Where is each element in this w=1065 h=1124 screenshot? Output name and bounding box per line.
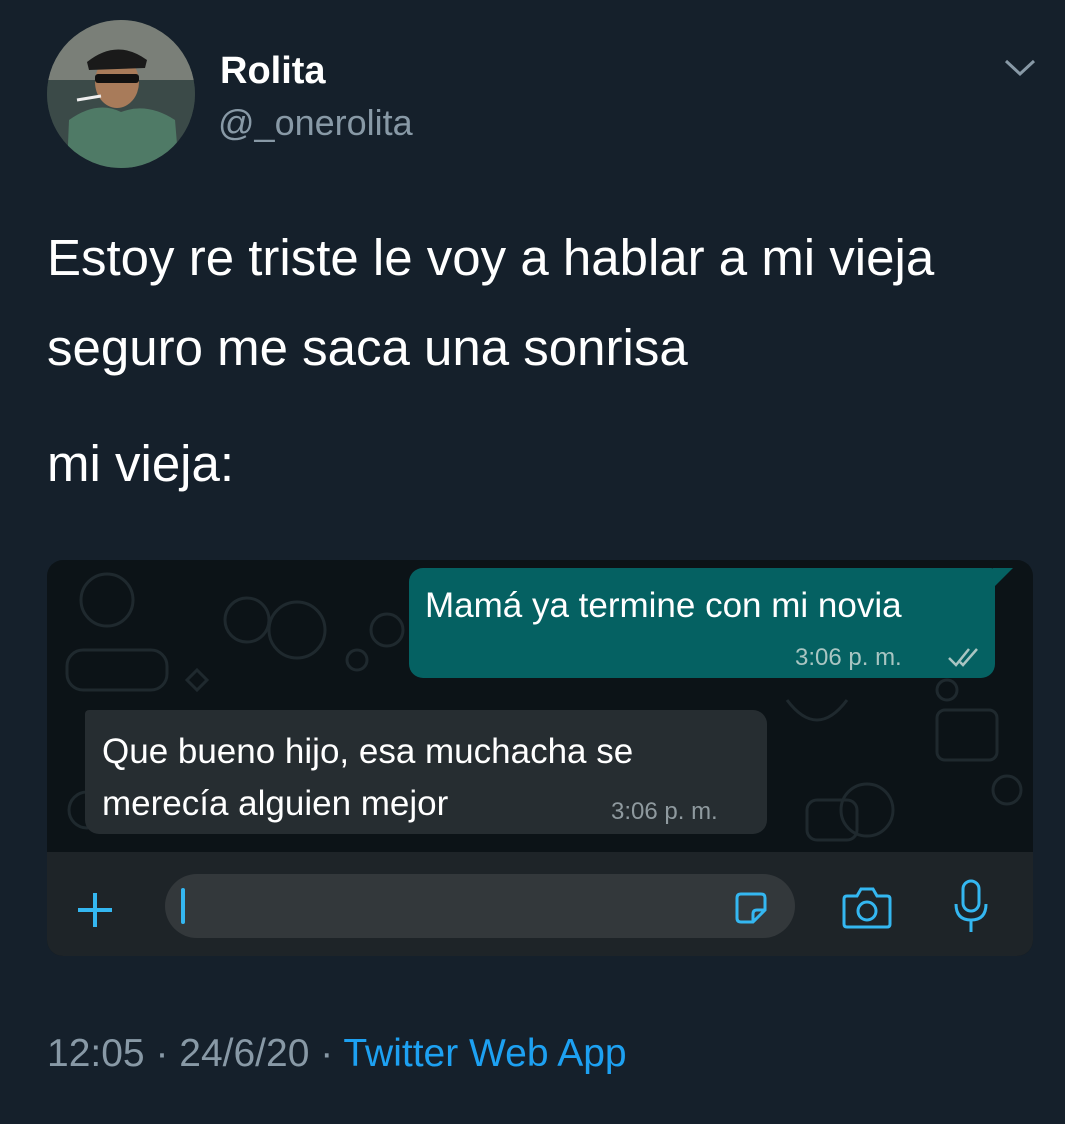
- tweet-date[interactable]: 24/6/20: [179, 1032, 309, 1075]
- outgoing-message-time: 3:06 p. m.: [795, 644, 902, 671]
- incoming-message-line-2: merecía alguien mejor: [102, 784, 449, 823]
- camera-icon[interactable]: [841, 884, 893, 930]
- outgoing-message-text: Mamá ya termine con mi novia: [425, 586, 902, 625]
- author-handle[interactable]: @_onerolita: [218, 102, 413, 144]
- incoming-message-time: 3:06 p. m.: [611, 798, 718, 825]
- text-cursor: [181, 888, 185, 924]
- incoming-message-text: Que bueno hijo, esa muchacha se merecía …: [102, 726, 633, 830]
- avatar[interactable]: [47, 20, 195, 168]
- tweet-text-line-3: mi vieja:: [47, 435, 235, 492]
- tweet-source-link[interactable]: Twitter Web App: [343, 1032, 626, 1075]
- tweet-text-line-2: seguro me saca una sonrisa: [47, 319, 688, 376]
- meta-separator: ·: [144, 1032, 180, 1075]
- chevron-down-icon[interactable]: [1000, 52, 1040, 82]
- outgoing-message[interactable]: Mamá ya termine con mi novia 3:06 p. m.: [409, 568, 995, 678]
- tweet-time[interactable]: 12:05: [47, 1032, 145, 1075]
- chat-screenshot: Mamá ya termine con mi novia 3:06 p. m. …: [47, 560, 1033, 956]
- mic-icon[interactable]: [951, 878, 991, 936]
- outgoing-bubble-tail: [993, 568, 1013, 588]
- plus-icon[interactable]: [75, 890, 115, 930]
- tweet-meta: 12:05 · 24/6/20 · Twitter Web App: [47, 1032, 627, 1076]
- meta-separator: ·: [309, 1032, 344, 1075]
- sticker-icon[interactable]: [733, 890, 769, 926]
- tweet-text-line-1: Estoy re triste le voy a hablar a mi vie…: [47, 229, 935, 286]
- double-check-icon: [948, 648, 978, 667]
- message-input[interactable]: [165, 874, 795, 938]
- tweet: Rolita @_onerolita Estoy re triste le vo…: [0, 0, 1065, 1124]
- incoming-message-line-1: Que bueno hijo, esa muchacha se: [102, 732, 634, 771]
- author-name[interactable]: Rolita: [220, 50, 326, 93]
- incoming-message[interactable]: Que bueno hijo, esa muchacha se merecía …: [85, 710, 767, 834]
